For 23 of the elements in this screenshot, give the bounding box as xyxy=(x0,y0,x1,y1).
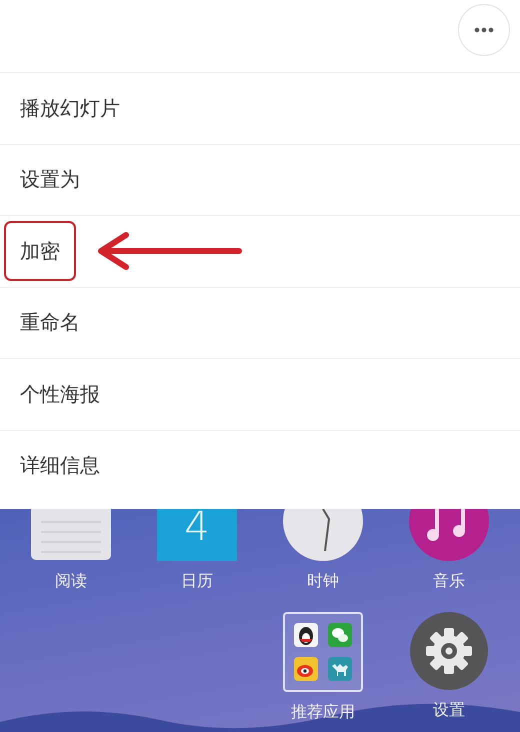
penguin-icon xyxy=(294,623,318,647)
menu-item[interactable]: 详细信息 xyxy=(4,436,116,496)
app-label: 推荐应用 xyxy=(291,702,355,723)
more-icon xyxy=(474,27,494,33)
menu-item[interactable]: 设置为 xyxy=(4,150,96,210)
menu-item[interactable]: 个性海报 xyxy=(4,364,116,424)
app-label: 日历 xyxy=(181,571,213,592)
menu-item[interactable]: 播放幻灯片 xyxy=(4,78,136,138)
calendar-day: 4 xyxy=(184,509,210,545)
chat-bubbles-icon xyxy=(328,623,352,647)
app-label: 时钟 xyxy=(307,571,339,592)
eye-icon xyxy=(294,657,318,681)
settings-icon[interactable] xyxy=(410,612,488,690)
app-folder[interactable] xyxy=(283,612,363,692)
camel-icon xyxy=(328,657,352,681)
app-label: 设置 xyxy=(433,700,465,721)
notebook-icon[interactable] xyxy=(31,509,111,561)
app-label: 音乐 xyxy=(433,571,465,592)
menu-item[interactable]: 加密 xyxy=(4,221,76,282)
app-label: 阅读 xyxy=(55,571,87,592)
menu-item[interactable]: 重命名 xyxy=(4,292,96,353)
clock-icon[interactable] xyxy=(283,509,363,561)
music-note-icon[interactable] xyxy=(409,509,489,561)
